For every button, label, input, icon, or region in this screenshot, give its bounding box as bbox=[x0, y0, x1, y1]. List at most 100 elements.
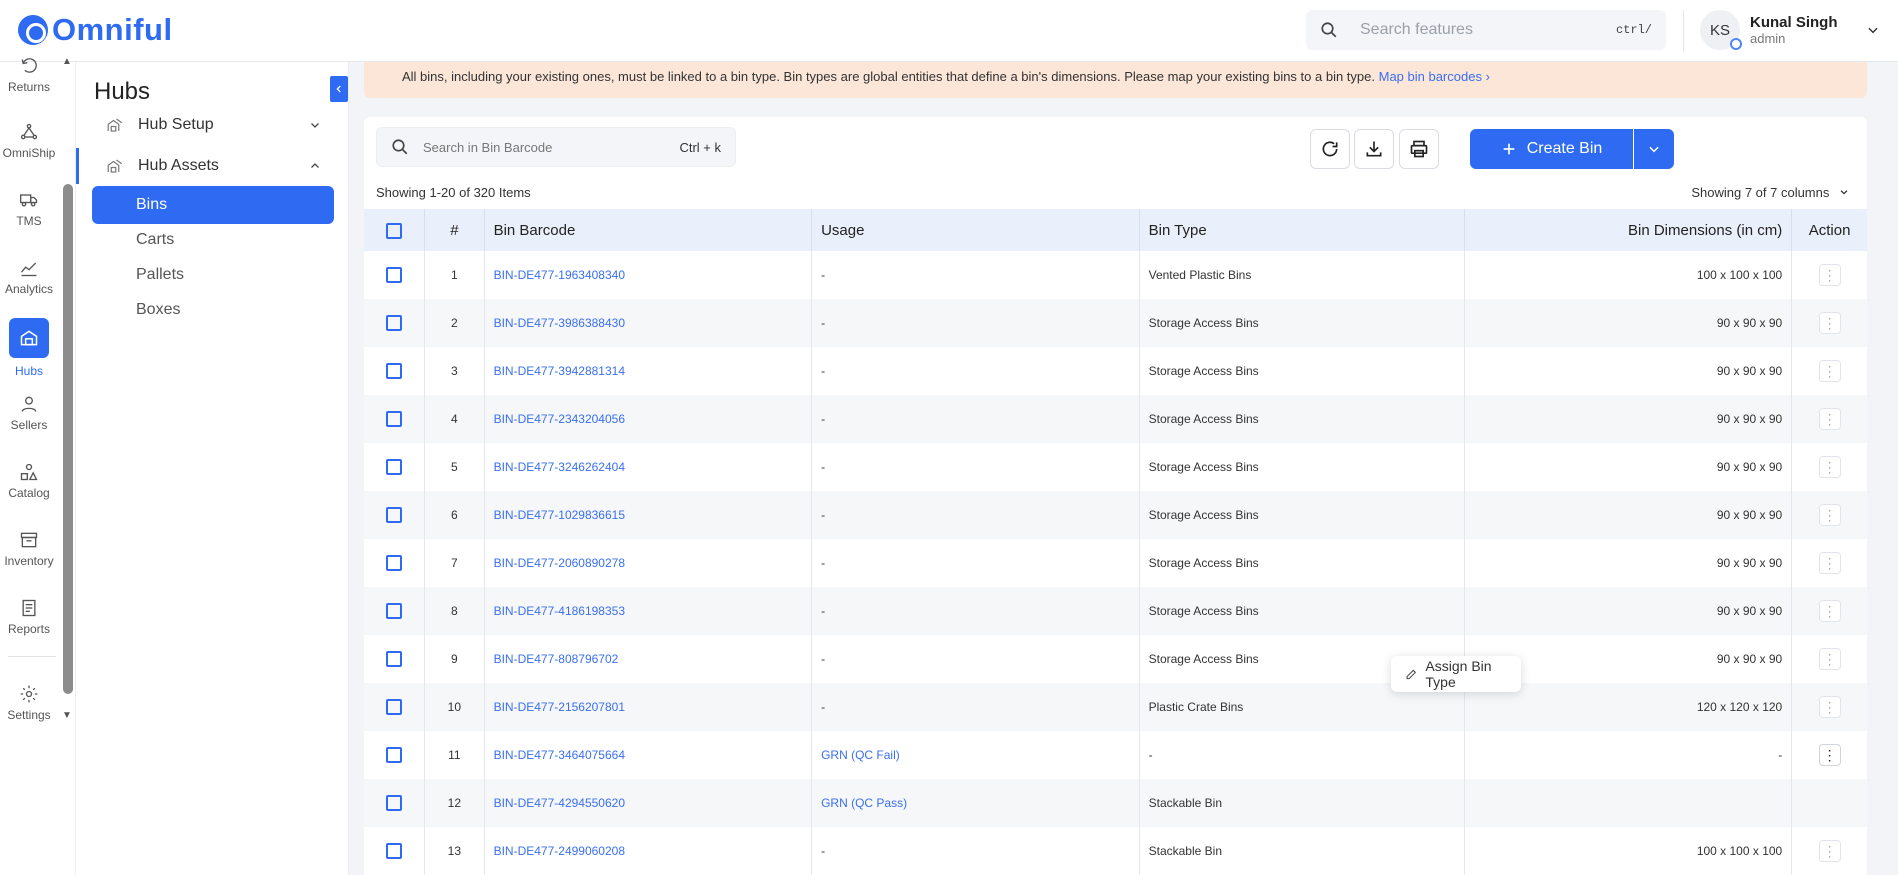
nav-sellers[interactable]: Sellers bbox=[0, 394, 58, 432]
bin-barcode-link[interactable]: BIN-DE477-808796702 bbox=[484, 635, 813, 683]
row-checkbox[interactable] bbox=[386, 603, 403, 619]
create-options-button[interactable] bbox=[1634, 129, 1674, 169]
sidebar-item-pallets[interactable]: Pallets bbox=[92, 256, 334, 294]
map-bin-barcodes-link[interactable]: Map bin barcodes › bbox=[1379, 69, 1490, 84]
hubs-icon bbox=[20, 330, 38, 346]
row-select-cell[interactable] bbox=[364, 299, 426, 347]
row-checkbox[interactable] bbox=[386, 411, 403, 427]
bin-barcode-link[interactable]: BIN-DE477-2060890278 bbox=[484, 539, 813, 587]
feature-search-input[interactable] bbox=[1360, 21, 1616, 39]
bin-barcode-link[interactable]: BIN-DE477-2156207801 bbox=[484, 683, 813, 731]
bin-barcode-link[interactable]: BIN-DE477-3986388430 bbox=[484, 299, 813, 347]
select-all-checkbox[interactable] bbox=[386, 222, 403, 239]
refresh-button[interactable] bbox=[1310, 129, 1350, 169]
row-checkbox[interactable] bbox=[386, 267, 403, 283]
bin-barcode-link[interactable]: BIN-DE477-2499060208 bbox=[484, 827, 813, 875]
nav-omniship[interactable]: OmniShip bbox=[0, 122, 58, 160]
more-actions-button[interactable]: ⋮ bbox=[1818, 504, 1841, 526]
row-checkbox[interactable] bbox=[386, 843, 403, 859]
bin-type-cell: Storage Access Bins bbox=[1139, 491, 1465, 539]
more-actions-button[interactable]: ⋮ bbox=[1818, 312, 1841, 334]
more-actions-button[interactable]: ⋮ bbox=[1818, 600, 1841, 622]
bin-barcode-link[interactable]: BIN-DE477-3464075664 bbox=[484, 731, 813, 779]
row-checkbox[interactable] bbox=[386, 795, 403, 811]
download-button[interactable] bbox=[1354, 129, 1394, 169]
row-checkbox[interactable] bbox=[386, 747, 403, 763]
row-select-cell[interactable] bbox=[364, 635, 426, 683]
row-select-cell[interactable] bbox=[364, 731, 426, 779]
row-select-cell[interactable] bbox=[364, 587, 426, 635]
nav-catalog[interactable]: Catalog bbox=[0, 462, 58, 500]
logo-icon bbox=[18, 15, 48, 45]
usage-link[interactable]: GRN (QC Fail) bbox=[811, 731, 1140, 779]
more-actions-button[interactable]: ⋮ bbox=[1818, 552, 1841, 574]
more-actions-button[interactable]: ⋮ bbox=[1818, 840, 1841, 862]
dimensions-cell: 90 x 90 x 90 bbox=[1464, 299, 1793, 347]
more-actions-button[interactable]: ⋮ bbox=[1818, 744, 1841, 766]
header-dimensions: Bin Dimensions (in cm) bbox=[1464, 209, 1793, 251]
row-checkbox[interactable] bbox=[386, 315, 403, 331]
row-checkbox[interactable] bbox=[386, 363, 403, 379]
row-select-cell[interactable] bbox=[364, 683, 426, 731]
group-hub-setup[interactable]: Hub Setup bbox=[76, 107, 349, 143]
nav-inventory[interactable]: Inventory bbox=[0, 530, 58, 568]
chevron-down-icon bbox=[1649, 146, 1659, 153]
more-actions-button[interactable]: ⋮ bbox=[1818, 360, 1841, 382]
more-actions-button[interactable]: ⋮ bbox=[1818, 264, 1841, 286]
bin-barcode-link[interactable]: BIN-DE477-1029836615 bbox=[484, 491, 813, 539]
chevron-down-icon[interactable] bbox=[1866, 23, 1880, 37]
sidebar-item-boxes[interactable]: Boxes bbox=[92, 291, 334, 329]
row-select-cell[interactable] bbox=[364, 491, 426, 539]
create-bin-button[interactable]: Create Bin bbox=[1470, 129, 1633, 169]
rail-scrollbar[interactable] bbox=[63, 184, 73, 694]
columns-toggle[interactable]: Showing 7 of 7 columns bbox=[1691, 185, 1849, 200]
feature-search-box[interactable]: ctrl/ bbox=[1306, 10, 1666, 50]
bin-barcode-link[interactable]: BIN-DE477-3246262404 bbox=[484, 443, 813, 491]
more-actions-button[interactable]: ⋮ bbox=[1818, 456, 1841, 478]
sidebar-item-carts[interactable]: Carts bbox=[92, 221, 334, 259]
select-all-cell[interactable] bbox=[364, 209, 426, 251]
bin-barcode-link[interactable]: BIN-DE477-3942881314 bbox=[484, 347, 813, 395]
bin-barcode-link[interactable]: BIN-DE477-4294550620 bbox=[484, 779, 813, 827]
row-select-cell[interactable] bbox=[364, 347, 426, 395]
bin-search-box[interactable]: Ctrl + k bbox=[376, 127, 736, 167]
row-select-cell[interactable] bbox=[364, 395, 426, 443]
assign-bin-type-menu-item[interactable]: Assign Bin Type bbox=[1391, 656, 1521, 692]
nav-analytics[interactable]: Analytics bbox=[0, 258, 58, 296]
table-row: 2 BIN-DE477-3986388430 - Storage Access … bbox=[364, 299, 1867, 347]
row-select-cell[interactable] bbox=[364, 827, 426, 875]
row-checkbox[interactable] bbox=[386, 555, 403, 571]
bin-barcode-link[interactable]: BIN-DE477-1963408340 bbox=[484, 251, 813, 299]
row-select-cell[interactable] bbox=[364, 443, 426, 491]
row-checkbox[interactable] bbox=[386, 507, 403, 523]
nav-hubs[interactable]: Hubs bbox=[0, 318, 58, 378]
reports-icon bbox=[22, 599, 36, 617]
row-checkbox[interactable] bbox=[386, 651, 403, 667]
sidebar-item-bins[interactable]: Bins bbox=[92, 186, 334, 224]
bin-barcode-link[interactable]: BIN-DE477-2343204056 bbox=[484, 395, 813, 443]
omniful-logo[interactable]: Omniful bbox=[18, 12, 173, 48]
nav-settings[interactable]: Settings bbox=[0, 684, 58, 722]
row-select-cell[interactable] bbox=[364, 539, 426, 587]
row-select-cell[interactable] bbox=[364, 251, 426, 299]
more-actions-button[interactable]: ⋮ bbox=[1818, 408, 1841, 430]
nav-returns[interactable]: Returns bbox=[0, 56, 58, 94]
scroll-up-icon[interactable]: ▲ bbox=[62, 56, 72, 67]
user-menu[interactable]: KS Kunal Singh admin bbox=[1700, 10, 1880, 50]
nav-reports[interactable]: Reports bbox=[0, 598, 58, 636]
group-hub-assets[interactable]: Hub Assets bbox=[76, 148, 349, 184]
scroll-down-icon[interactable]: ▼ bbox=[62, 710, 72, 721]
user-icon bbox=[21, 396, 37, 412]
print-button[interactable] bbox=[1399, 129, 1439, 169]
bin-search-input[interactable] bbox=[423, 139, 680, 155]
more-actions-button[interactable]: ⋮ bbox=[1818, 648, 1841, 670]
collapse-sidebar-button[interactable] bbox=[330, 76, 348, 102]
bin-barcode-link[interactable]: BIN-DE477-4186198353 bbox=[484, 587, 813, 635]
row-select-cell[interactable] bbox=[364, 779, 426, 827]
usage-link[interactable]: GRN (QC Pass) bbox=[811, 779, 1140, 827]
nav-tms[interactable]: TMS bbox=[0, 190, 58, 228]
more-actions-button[interactable]: ⋮ bbox=[1818, 696, 1841, 718]
row-checkbox[interactable] bbox=[386, 459, 403, 475]
row-num: 8 bbox=[424, 587, 485, 635]
row-checkbox[interactable] bbox=[386, 699, 403, 715]
